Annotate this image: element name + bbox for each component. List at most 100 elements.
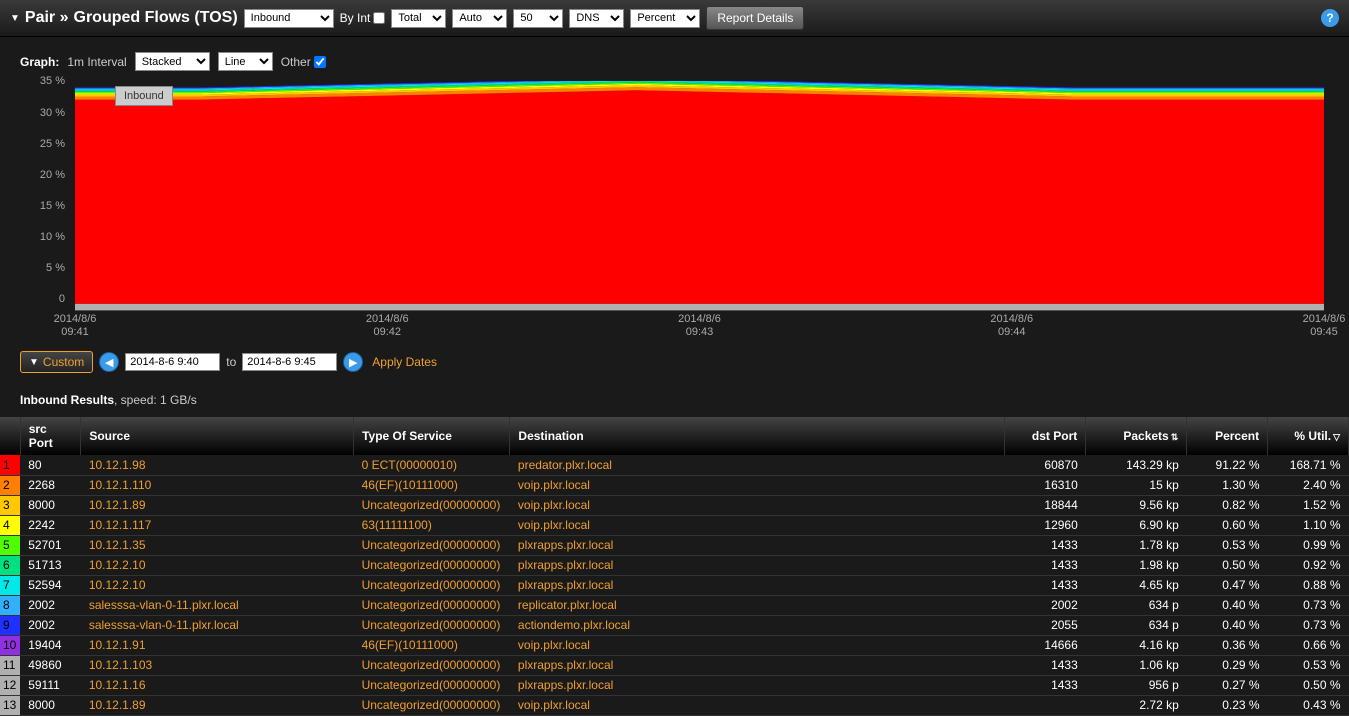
- other-checkbox[interactable]: [314, 56, 326, 68]
- cell-dest[interactable]: voip.plxr.local: [510, 515, 1005, 535]
- cell-source[interactable]: salesssa-vlan-0-11.plxr.local: [81, 615, 354, 635]
- cell-dest[interactable]: voip.plxr.local: [510, 695, 1005, 715]
- table-row[interactable]: 125911110.12.1.16Uncategorized(00000000)…: [0, 675, 1349, 695]
- cell-source[interactable]: 10.12.1.16: [81, 675, 354, 695]
- table-row[interactable]: 13800010.12.1.89Uncategorized(00000000)v…: [0, 695, 1349, 715]
- report-details-button[interactable]: Report Details: [706, 6, 804, 30]
- table-row[interactable]: 101940410.12.1.9146(EF)(10111000)voip.pl…: [0, 635, 1349, 655]
- total-select[interactable]: Total: [391, 9, 446, 28]
- byint-checkbox[interactable]: [373, 12, 385, 24]
- cell-source[interactable]: salesssa-vlan-0-11.plxr.local: [81, 595, 354, 615]
- cell-tos[interactable]: Uncategorized(00000000): [354, 615, 510, 635]
- col-destination[interactable]: Destination: [510, 417, 1005, 455]
- table-row[interactable]: 55270110.12.1.35Uncategorized(00000000)p…: [0, 535, 1349, 555]
- cell-source[interactable]: 10.12.2.10: [81, 555, 354, 575]
- page-title[interactable]: ▼ Pair » Grouped Flows (TOS): [10, 9, 238, 27]
- prev-range-button[interactable]: ◀: [99, 352, 119, 372]
- direction-select[interactable]: Inbound: [244, 9, 334, 28]
- table-row[interactable]: 65171310.12.2.10Uncategorized(00000000)p…: [0, 555, 1349, 575]
- cell-tos[interactable]: 63(11111100): [354, 515, 510, 535]
- stacked-select[interactable]: Stacked: [135, 52, 210, 71]
- ytick-label: 30 %: [40, 107, 65, 119]
- limit-select[interactable]: 50: [513, 9, 563, 28]
- from-date-input[interactable]: [125, 353, 220, 371]
- to-date-input[interactable]: [242, 353, 337, 371]
- xtick-label: 2014/8/609:42: [366, 313, 409, 339]
- cell-tos[interactable]: Uncategorized(00000000): [354, 695, 510, 715]
- cell-source[interactable]: 10.12.1.89: [81, 495, 354, 515]
- table-row[interactable]: 75259410.12.2.10Uncategorized(00000000)p…: [0, 575, 1349, 595]
- table-row[interactable]: 2226810.12.1.11046(EF)(10111000)voip.plx…: [0, 475, 1349, 495]
- cell-tos[interactable]: 46(EF)(10111000): [354, 475, 510, 495]
- cell-tos[interactable]: Uncategorized(00000000): [354, 555, 510, 575]
- percent-select[interactable]: Percent: [630, 9, 700, 28]
- col-srcport[interactable]: src Port: [20, 417, 81, 455]
- apply-dates-link[interactable]: Apply Dates: [372, 355, 437, 369]
- cell-packets: 956 p: [1086, 675, 1187, 695]
- cell-source[interactable]: 10.12.1.117: [81, 515, 354, 535]
- cell-dest[interactable]: plxrapps.plxr.local: [510, 555, 1005, 575]
- col-source[interactable]: Source: [81, 417, 354, 455]
- cell-dest[interactable]: voip.plxr.local: [510, 635, 1005, 655]
- xtick-label: 2014/8/609:43: [678, 313, 721, 339]
- row-color-cell: 9: [0, 615, 20, 635]
- table-row[interactable]: 4224210.12.1.11763(11111100)voip.plxr.lo…: [0, 515, 1349, 535]
- cell-tos[interactable]: 46(EF)(10111000): [354, 635, 510, 655]
- cell-percent: 0.27 %: [1187, 675, 1268, 695]
- cell-source[interactable]: 10.12.1.89: [81, 695, 354, 715]
- custom-range-button[interactable]: ▼ Custom: [20, 351, 93, 373]
- cell-source[interactable]: 10.12.1.103: [81, 655, 354, 675]
- cell-dstport: 2055: [1005, 615, 1086, 635]
- cell-tos[interactable]: Uncategorized(00000000): [354, 595, 510, 615]
- cell-source[interactable]: 10.12.1.91: [81, 635, 354, 655]
- cell-dest[interactable]: plxrapps.plxr.local: [510, 655, 1005, 675]
- row-color-cell: 12: [0, 675, 20, 695]
- col-util[interactable]: % Util.▽: [1268, 417, 1349, 455]
- cell-source[interactable]: 10.12.1.35: [81, 535, 354, 555]
- chart-plot[interactable]: Inbound: [75, 81, 1324, 311]
- graph-controls: Graph: 1m Interval Stacked Line Other: [20, 52, 1329, 71]
- cell-percent: 0.47 %: [1187, 575, 1268, 595]
- cell-dest[interactable]: predator.plxr.local: [510, 455, 1005, 475]
- cell-tos[interactable]: 0 ECT(00000010): [354, 455, 510, 475]
- table-row[interactable]: 3800010.12.1.89Uncategorized(00000000)vo…: [0, 495, 1349, 515]
- cell-dest[interactable]: voip.plxr.local: [510, 495, 1005, 515]
- line-select[interactable]: Line: [218, 52, 273, 71]
- cell-percent: 1.30 %: [1187, 475, 1268, 495]
- row-color-cell: 11: [0, 655, 20, 675]
- col-dstport[interactable]: dst Port: [1005, 417, 1086, 455]
- cell-tos[interactable]: Uncategorized(00000000): [354, 655, 510, 675]
- table-header-row: src Port Source Type Of Service Destinat…: [0, 417, 1349, 455]
- cell-dest[interactable]: plxrapps.plxr.local: [510, 535, 1005, 555]
- cell-source[interactable]: 10.12.1.110: [81, 475, 354, 495]
- ytick-label: 15 %: [40, 200, 65, 212]
- cell-source[interactable]: 10.12.2.10: [81, 575, 354, 595]
- cell-dest[interactable]: actiondemo.plxr.local: [510, 615, 1005, 635]
- table-row[interactable]: 92002salesssa-vlan-0-11.plxr.localUncate…: [0, 615, 1349, 635]
- col-index[interactable]: [0, 417, 20, 455]
- auto-select[interactable]: Auto: [452, 9, 507, 28]
- dns-select[interactable]: DNS: [569, 9, 624, 28]
- cell-tos[interactable]: Uncategorized(00000000): [354, 675, 510, 695]
- cell-dstport: 1433: [1005, 555, 1086, 575]
- cell-tos[interactable]: Uncategorized(00000000): [354, 495, 510, 515]
- cell-tos[interactable]: Uncategorized(00000000): [354, 575, 510, 595]
- help-icon[interactable]: ?: [1321, 9, 1339, 27]
- cell-dest[interactable]: voip.plxr.local: [510, 475, 1005, 495]
- cell-util: 0.73 %: [1268, 595, 1349, 615]
- table-row[interactable]: 18010.12.1.980 ECT(00000010)predator.plx…: [0, 455, 1349, 475]
- cell-tos[interactable]: Uncategorized(00000000): [354, 535, 510, 555]
- col-percent[interactable]: Percent: [1187, 417, 1268, 455]
- cell-dest[interactable]: plxrapps.plxr.local: [510, 575, 1005, 595]
- table-row[interactable]: 114986010.12.1.103Uncategorized(00000000…: [0, 655, 1349, 675]
- cell-dest[interactable]: replicator.plxr.local: [510, 595, 1005, 615]
- col-packets[interactable]: Packets⇅: [1086, 417, 1187, 455]
- results-label: Inbound Results, speed: 1 GB/s: [0, 383, 1349, 417]
- table-row[interactable]: 82002salesssa-vlan-0-11.plxr.localUncate…: [0, 595, 1349, 615]
- cell-source[interactable]: 10.12.1.98: [81, 455, 354, 475]
- next-range-button[interactable]: ▶: [343, 352, 363, 372]
- graph-label: Graph:: [20, 55, 59, 69]
- col-tos[interactable]: Type Of Service: [354, 417, 510, 455]
- cell-dest[interactable]: plxrapps.plxr.local: [510, 675, 1005, 695]
- cell-packets: 4.16 kp: [1086, 635, 1187, 655]
